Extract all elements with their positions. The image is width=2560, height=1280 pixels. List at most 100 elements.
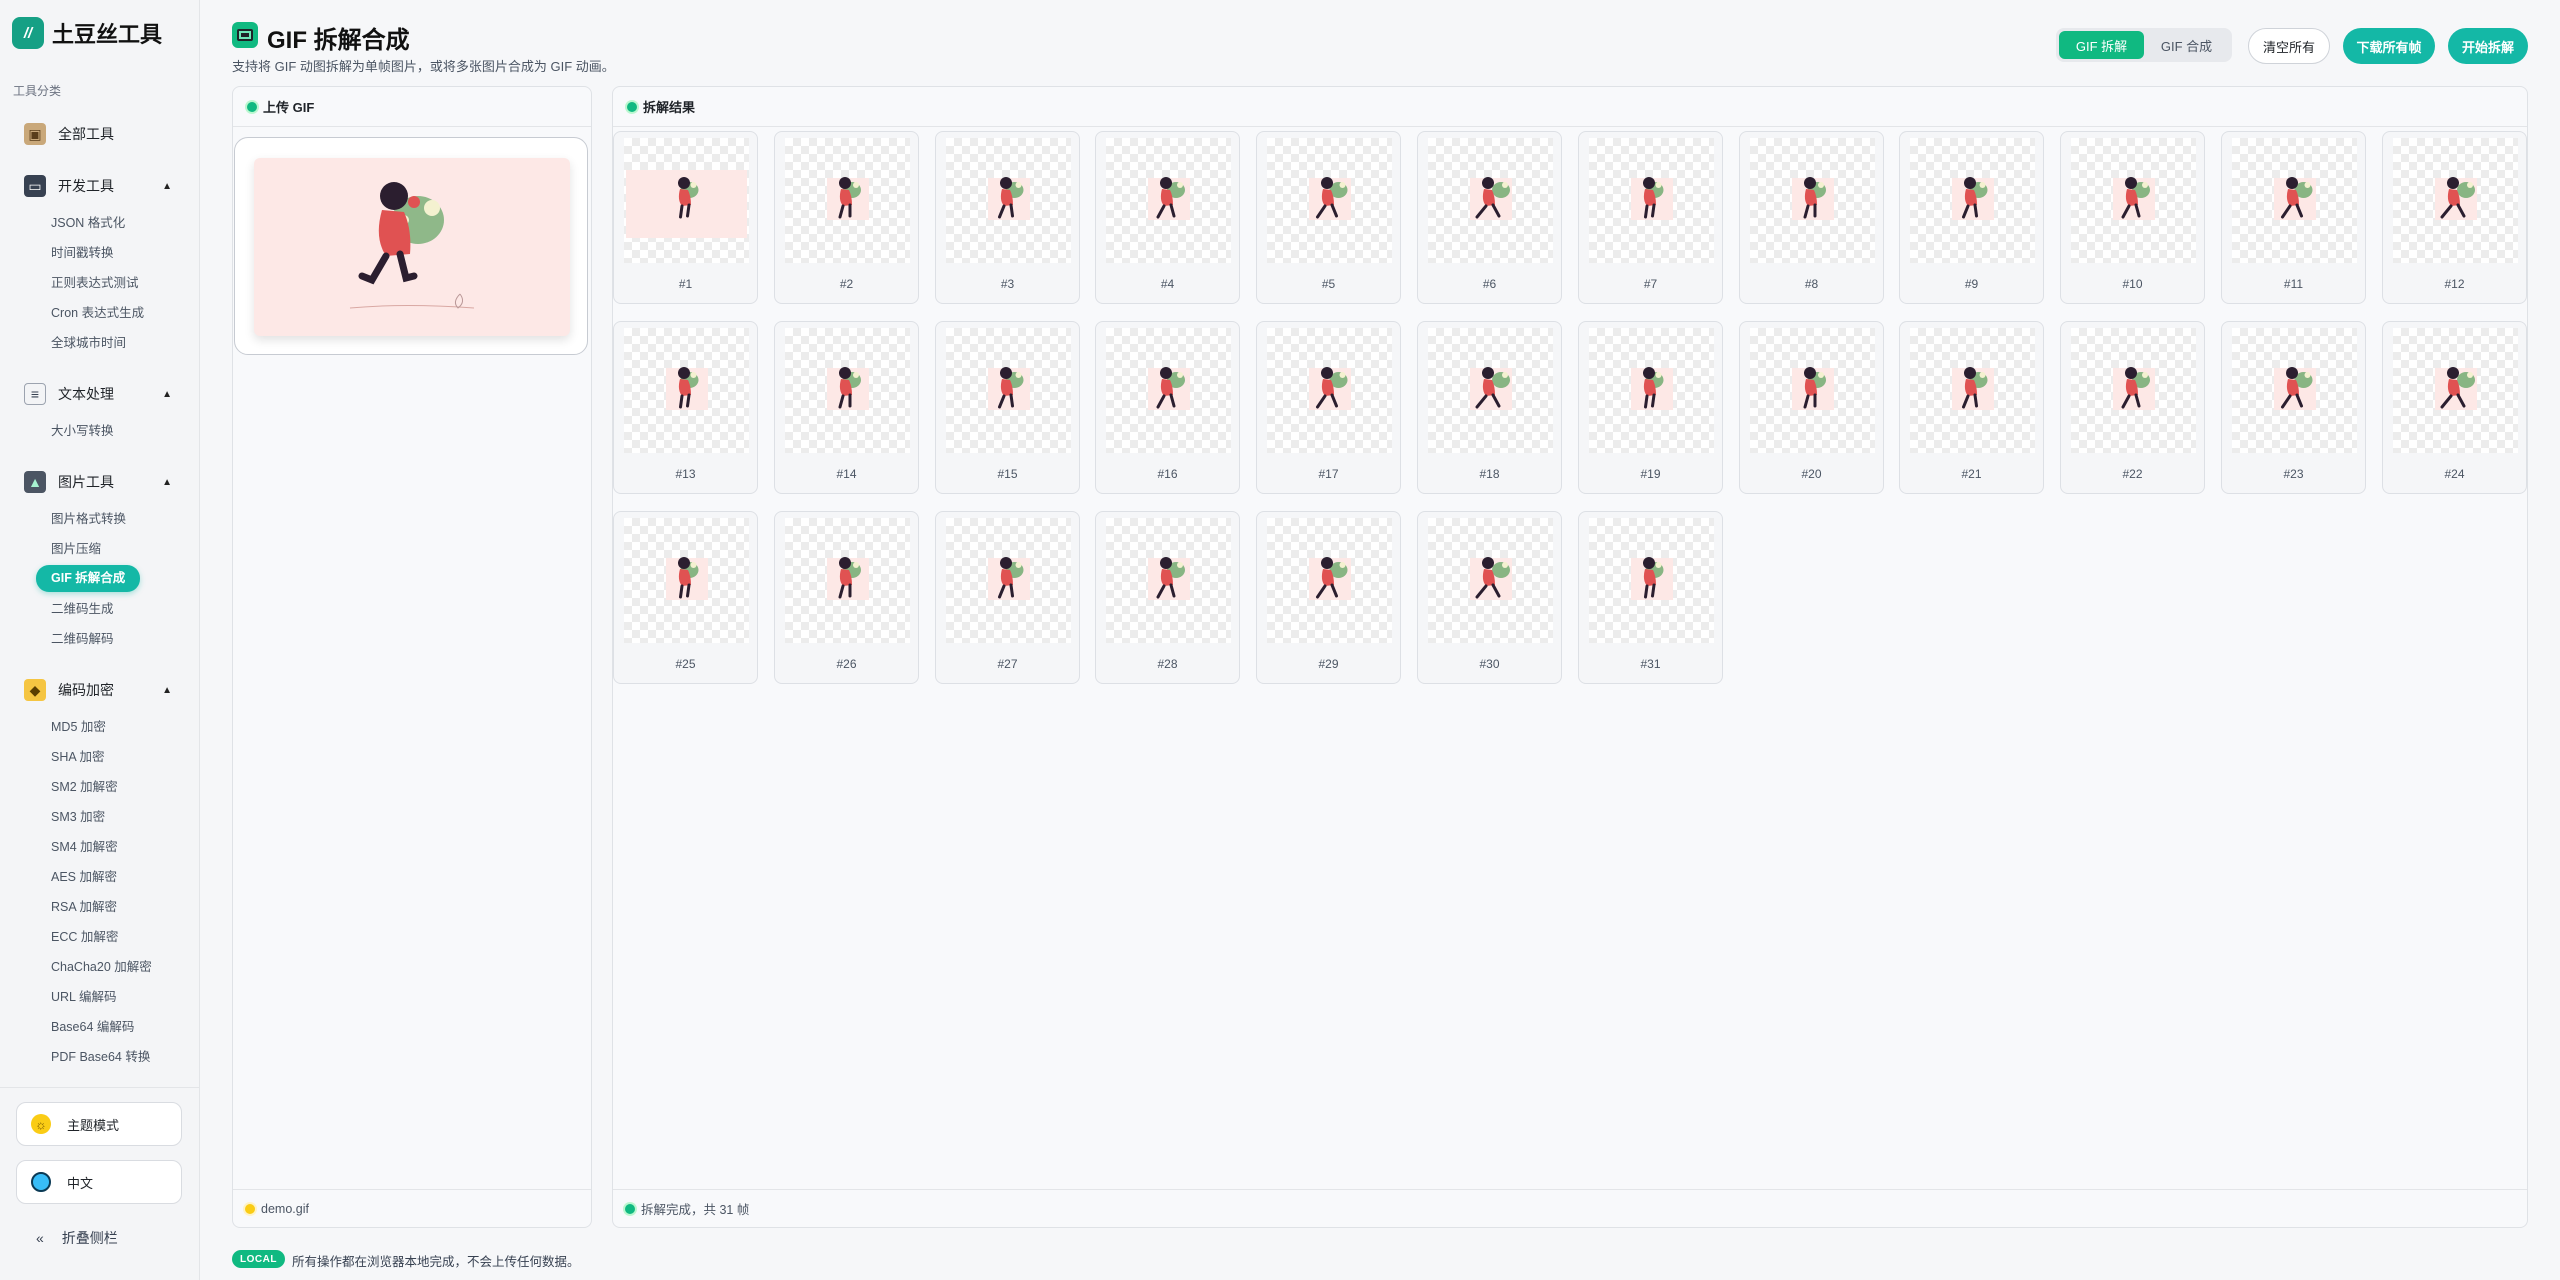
frame-card[interactable]: #24 <box>2382 321 2527 494</box>
frame-card[interactable]: #15 <box>935 321 1080 494</box>
theme-mode-button[interactable]: ☼ 主题模式 <box>16 1102 182 1146</box>
frame-label: #14 <box>836 467 857 481</box>
local-badge: LOCAL <box>232 1250 285 1268</box>
download-frames-button[interactable]: 下载所有帧 <box>2343 28 2435 64</box>
frame-label: #15 <box>997 467 1018 481</box>
upload-dropzone[interactable] <box>234 137 588 355</box>
sidebar-item-4-1[interactable]: SHA 加密 <box>51 746 105 768</box>
sidebar-group-1[interactable]: ▭ 开发工具 ▲ <box>24 172 174 200</box>
frame-card[interactable]: #31 <box>1578 511 1723 684</box>
frame-card[interactable]: #29 <box>1256 511 1401 684</box>
frame-card[interactable]: #4 <box>1095 131 1240 304</box>
mode-compose-tab[interactable]: GIF 合成 <box>2144 31 2229 59</box>
frame-card[interactable]: #1 <box>613 131 758 304</box>
clear-all-button[interactable]: 清空所有 <box>2248 28 2330 64</box>
frame-card[interactable]: #10 <box>2060 131 2205 304</box>
file-name: demo.gif <box>261 1201 309 1216</box>
sidebar-group-0[interactable]: ▣ 全部工具 <box>24 120 174 148</box>
sidebar-item-4-2[interactable]: SM2 加解密 <box>51 776 118 798</box>
frame-thumbnail <box>2393 328 2518 453</box>
sidebar-item-1-1[interactable]: 时间戳转换 <box>51 242 114 264</box>
sidebar-item-3-3[interactable]: 二维码生成 <box>51 598 114 620</box>
frame-card[interactable]: #13 <box>613 321 758 494</box>
frame-thumbnail <box>785 518 910 643</box>
frame-card[interactable]: #22 <box>2060 321 2205 494</box>
mode-split-tab[interactable]: GIF 拆解 <box>2059 31 2144 59</box>
collapse-sidebar-label: 折叠侧栏 <box>61 1230 118 1246</box>
sidebar-item-1-2[interactable]: 正则表达式测试 <box>51 272 139 294</box>
sidebar-item-3-0[interactable]: 图片格式转换 <box>51 508 126 530</box>
sidebar-item-4-6[interactable]: RSA 加解密 <box>51 896 117 918</box>
caret-up-icon[interactable]: ▲ <box>162 181 172 192</box>
frame-card[interactable]: #18 <box>1417 321 1562 494</box>
start-split-button[interactable]: 开始拆解 <box>2448 28 2528 64</box>
sidebar-group-4[interactable]: ◆ 编码加密 ▲ <box>24 676 174 704</box>
frame-card[interactable]: #11 <box>2221 131 2366 304</box>
frame-figure-icon <box>1643 367 1664 409</box>
sidebar-item-4-5[interactable]: AES 加解密 <box>51 866 117 888</box>
sidebar-item-1-0[interactable]: JSON 格式化 <box>51 212 125 234</box>
frame-card[interactable]: #3 <box>935 131 1080 304</box>
sidebar-item-4-3[interactable]: SM3 加密 <box>51 806 105 828</box>
frame-card[interactable]: #12 <box>2382 131 2527 304</box>
sidebar-item-4-4[interactable]: SM4 加解密 <box>51 836 118 858</box>
frame-card[interactable]: #20 <box>1739 321 1884 494</box>
caret-up-icon[interactable]: ▲ <box>162 477 172 488</box>
sidebar-item-4-0[interactable]: MD5 加密 <box>51 716 106 738</box>
frame-card[interactable]: #26 <box>774 511 919 684</box>
sidebar-item-2-0[interactable]: 大小写转换 <box>51 420 114 442</box>
collapse-sidebar-button[interactable]: « 折叠侧栏 <box>36 1228 118 1248</box>
sidebar-group-label: 编码加密 <box>58 682 114 698</box>
frame-card[interactable]: #23 <box>2221 321 2366 494</box>
chevrons-left-icon: « <box>36 1230 44 1246</box>
sidebar-item-4-8[interactable]: ChaCha20 加解密 <box>51 956 152 978</box>
frame-card[interactable]: #2 <box>774 131 919 304</box>
sidebar-item-3-4[interactable]: 二维码解码 <box>51 628 114 650</box>
frame-label: #21 <box>1961 467 1982 481</box>
frame-card[interactable]: #25 <box>613 511 758 684</box>
frame-thumbnail <box>785 328 910 453</box>
sidebar-item-4-11[interactable]: PDF Base64 转换 <box>51 1046 150 1068</box>
frame-card[interactable]: #21 <box>1899 321 2044 494</box>
bouquet-illustration <box>349 182 475 309</box>
frame-card[interactable]: #16 <box>1095 321 1240 494</box>
frame-figure-icon <box>1156 367 1185 409</box>
frame-card[interactable]: #19 <box>1578 321 1723 494</box>
brand[interactable]: // 土豆丝工具 <box>12 14 162 52</box>
frame-thumbnail <box>946 328 1071 453</box>
sidebar-item-4-10[interactable]: Base64 编解码 <box>51 1016 134 1038</box>
frame-thumbnail <box>1750 328 1875 453</box>
language-button[interactable]: 中文 <box>16 1160 182 1204</box>
sidebar-item-3-2[interactable]: GIF 拆解合成 <box>36 565 141 592</box>
frame-card[interactable]: #8 <box>1739 131 1884 304</box>
frame-card[interactable]: #6 <box>1417 131 1562 304</box>
sidebar-item-4-9[interactable]: URL 编解码 <box>51 986 117 1008</box>
frame-thumbnail <box>946 518 1071 643</box>
caret-up-icon[interactable]: ▲ <box>162 389 172 400</box>
frame-label: #10 <box>2122 277 2143 291</box>
frame-thumbnail <box>2393 138 2518 263</box>
frame-figure-icon <box>678 177 699 219</box>
frame-card[interactable]: #5 <box>1256 131 1401 304</box>
frame-figure-icon <box>2440 367 2475 409</box>
sidebar-item-1-4[interactable]: 全球城市时间 <box>51 332 126 354</box>
frame-card[interactable]: #27 <box>935 511 1080 684</box>
sidebar-item-3-1[interactable]: 图片压缩 <box>51 538 101 560</box>
frame-card[interactable]: #9 <box>1899 131 2044 304</box>
upload-panel-title: 上传 GIF <box>263 100 315 115</box>
sidebar-group-2[interactable]: ≡ 文本处理 ▲ <box>24 380 174 408</box>
sidebar-item-1-3[interactable]: Cron 表达式生成 <box>51 302 144 324</box>
image-icon: ▲ <box>24 471 46 493</box>
status-dot-icon <box>627 101 637 112</box>
frame-card[interactable]: #17 <box>1256 321 1401 494</box>
frame-card[interactable]: #30 <box>1417 511 1562 684</box>
frame-figure-icon <box>1316 367 1348 409</box>
frame-thumbnail <box>1267 138 1392 263</box>
sidebar-item-4-7[interactable]: ECC 加解密 <box>51 926 118 948</box>
frame-thumbnail <box>624 328 749 453</box>
frame-card[interactable]: #28 <box>1095 511 1240 684</box>
sidebar-group-3[interactable]: ▲ 图片工具 ▲ <box>24 468 174 496</box>
frame-card[interactable]: #7 <box>1578 131 1723 304</box>
caret-up-icon[interactable]: ▲ <box>162 685 172 696</box>
frame-card[interactable]: #14 <box>774 321 919 494</box>
